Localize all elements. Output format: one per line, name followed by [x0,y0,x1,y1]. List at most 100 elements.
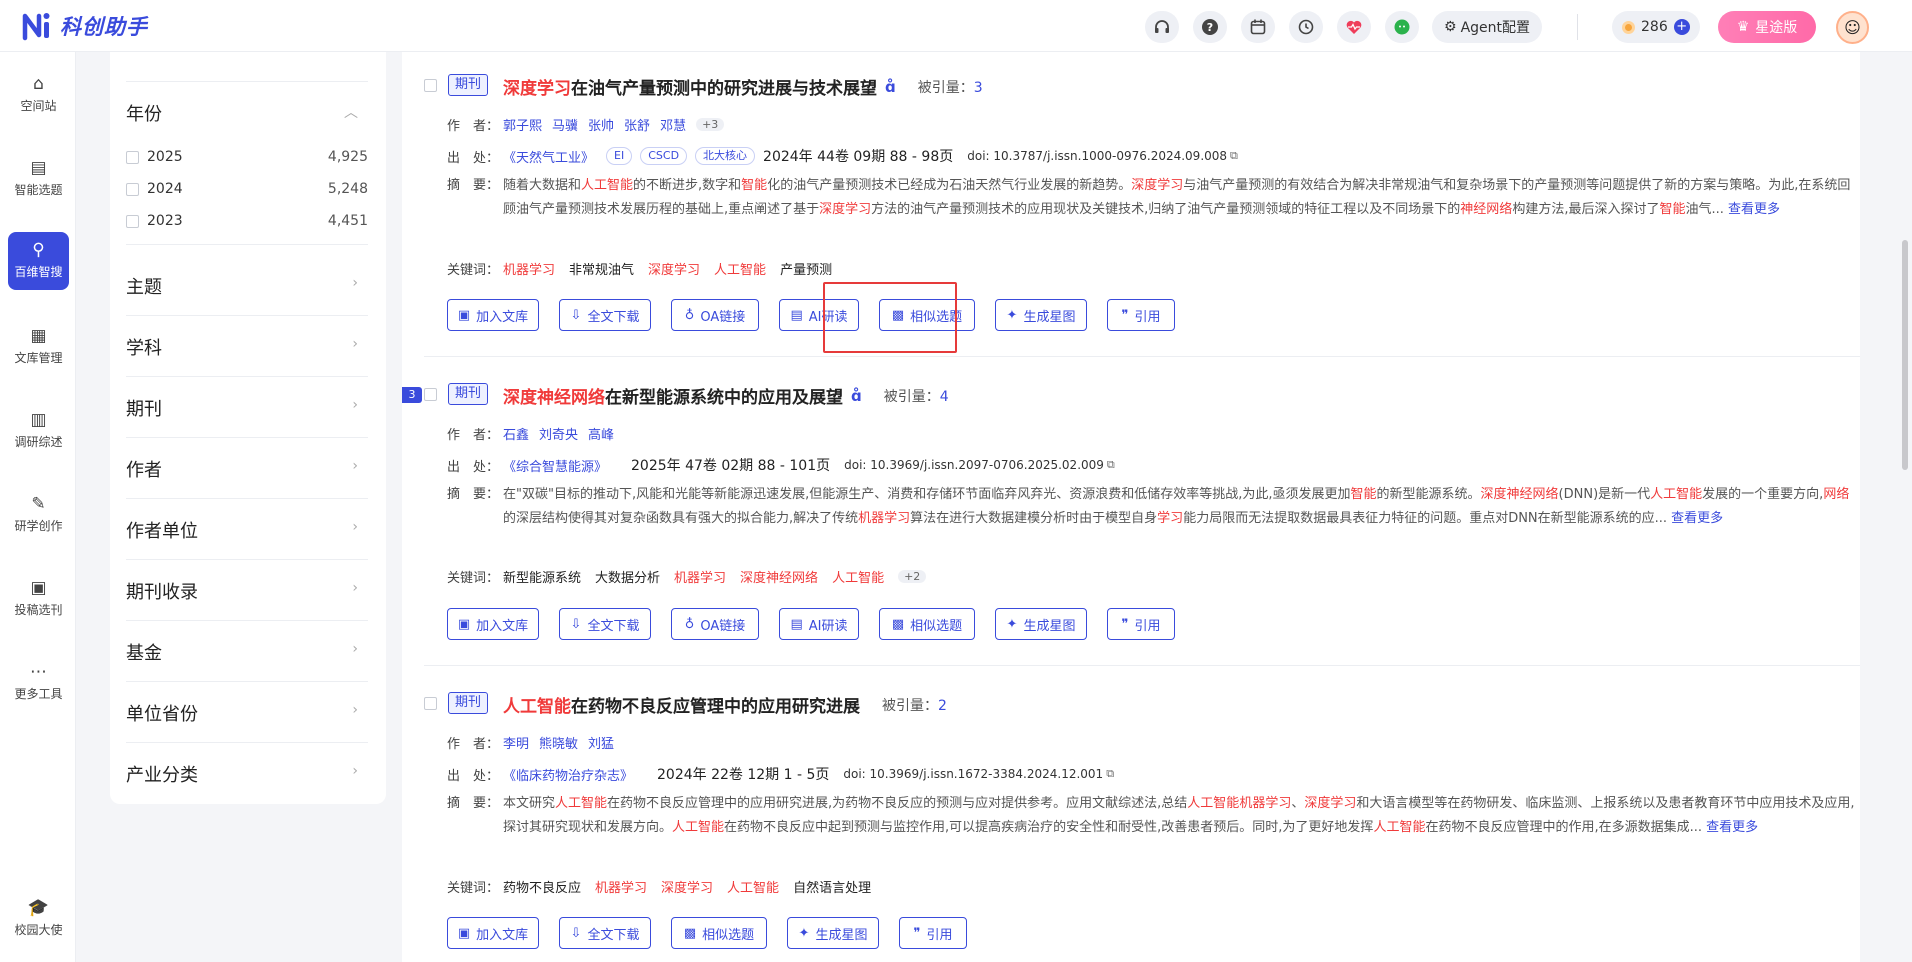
abstract-highlight: 人工智能 [581,178,634,193]
filter-section-topic[interactable]: 主题 › [126,255,368,316]
copy-icon[interactable]: ⧉ [1230,149,1238,163]
chevron-up-icon[interactable]: ︿ [344,102,358,122]
keyword-tag[interactable]: 药物不良反应 [503,877,581,896]
wechat-icon[interactable] [1385,11,1419,43]
oa-link-button[interactable]: ♁ OA链接 [671,608,759,640]
calendar-icon[interactable] [1241,11,1275,43]
keyword-tag[interactable]: 非常规油气 [569,259,634,278]
oa-link-button[interactable]: ♁ OA链接 [671,299,759,331]
filter-section-year[interactable]: 年份 ︿ [126,82,368,132]
author-link[interactable]: 刘奇央 [539,424,578,443]
article-title[interactable]: 人工智能 在药物不良反应管理中的应用研究进展 被引量：2 [503,692,947,717]
filter-section-affiliation[interactable]: 作者单位 › [126,499,368,560]
keyword-tag[interactable]: 新型能源系统 [503,567,581,586]
filter-section-journal[interactable]: 期刊 › [126,377,368,438]
filter-option-year[interactable]: 2025 4,925 [126,149,368,165]
nav-item-space-station[interactable]: ⌂ 空间站 [8,66,69,124]
journal-link[interactable]: 《临床药物治疗杂志》 [503,765,633,784]
article-checkbox[interactable] [424,388,437,401]
scrollbar[interactable] [1902,240,1908,470]
filter-section-industry[interactable]: 产业分类 › [126,743,368,804]
article-checkbox[interactable] [424,697,437,710]
star-map-button[interactable]: ✦ 生成星图 [995,608,1087,640]
history-icon[interactable] [1289,11,1323,43]
nav-item-search[interactable]: ⚲ 百维智搜 [8,232,69,290]
keyword-tag[interactable]: 人工智能 [727,877,779,896]
filter-option-year[interactable]: 2023 4,451 [126,213,368,229]
help-icon[interactable]: ? [1193,11,1227,43]
author-link[interactable]: 李明 [503,733,529,752]
author-link[interactable]: 张舒 [624,115,650,134]
cite-button[interactable]: ❞ 引用 [1107,608,1175,640]
article-title[interactable]: 深度学习 在油气产量预测中的研究进展与技术展望 ɑ̊ 被引量：3 [503,74,983,100]
download-button[interactable]: ⇩ 全文下载 [559,917,651,949]
article-checkbox[interactable] [424,79,437,92]
author-link[interactable]: 刘猛 [588,733,614,752]
similar-topics-button[interactable]: ▩ 相似选题 [879,608,975,640]
copy-icon[interactable]: ⧉ [1106,767,1114,781]
filter-section-discipline[interactable]: 学科 › [126,316,368,377]
keyword-tag[interactable]: 人工智能 [714,259,766,278]
download-button[interactable]: ⇩ 全文下载 [559,608,651,640]
brand[interactable]: 科创助手 [0,11,148,41]
journal-link[interactable]: 《天然气工业》 [503,147,594,166]
read-more-link[interactable]: 查看更多 [1724,202,1780,217]
agent-config-button[interactable]: ⚙ Agent配置 [1432,11,1543,43]
nav-item-journal-select[interactable]: ▣ 投稿选刊 [8,570,69,628]
star-map-button[interactable]: ✦ 生成星图 [995,299,1087,331]
copy-icon[interactable]: ⧉ [1107,458,1115,472]
checkbox[interactable] [126,182,139,196]
author-link[interactable]: 马骥 [552,115,578,134]
nav-item-review[interactable]: ▥ 调研综述 [8,402,69,460]
filter-section-author[interactable]: 作者 › [126,438,368,499]
keyword-tag[interactable]: 自然语言处理 [793,877,871,896]
nav-item-writing[interactable]: ✎ 研学创作 [8,486,69,544]
keyword-tag[interactable]: 深度学习 [648,259,700,278]
keyword-tag[interactable]: 深度学习 [661,877,713,896]
keyword-tag[interactable]: 深度神经网络 [740,567,818,586]
ai-read-button[interactable]: ▤ AI研读 [779,608,859,640]
download-button[interactable]: ⇩ 全文下载 [559,299,651,331]
nav-item-more-tools[interactable]: ⋯ 更多工具 [8,654,69,712]
filter-section-province[interactable]: 单位省份 › [126,682,368,743]
journal-link[interactable]: 《综合智慧能源》 [503,456,607,475]
keyword-tag[interactable]: 人工智能 [832,567,884,586]
similar-topics-button[interactable]: ▩ 相似选题 [671,917,767,949]
filter-section-fund[interactable]: 基金 › [126,621,368,682]
star-map-button[interactable]: ✦ 生成星图 [787,917,879,949]
read-more-link[interactable]: 查看更多 [1667,511,1723,526]
cite-button[interactable]: ❞ 引用 [1107,299,1175,331]
checkbox[interactable] [126,150,139,164]
keyword-tag[interactable]: 机器学习 [674,567,726,586]
author-link[interactable]: 张帅 [588,115,614,134]
headset-icon[interactable] [1145,11,1179,43]
cite-button[interactable]: ❞ 引用 [899,917,967,949]
avatar[interactable]: ☺ [1836,11,1869,44]
credits-display[interactable]: 286 + [1612,11,1700,43]
add-to-library-button[interactable]: ▣ 加入文库 [447,608,539,640]
keyword-tag[interactable]: 大数据分析 [595,567,660,586]
author-link[interactable]: 熊晓敏 [539,733,578,752]
heart-pulse-icon[interactable] [1337,11,1371,43]
article-title[interactable]: 深度神经网络 在新型能源系统中的应用及展望 ɑ̊ 被引量：4 [503,383,949,409]
add-to-library-button[interactable]: ▣ 加入文库 [447,299,539,331]
author-link[interactable]: 郭子熙 [503,115,542,134]
more-keywords-pill[interactable]: +2 [898,570,927,583]
nav-item-smart-topic[interactable]: ▤ 智能选题 [8,150,69,208]
keyword-tag[interactable]: 机器学习 [595,877,647,896]
add-to-library-button[interactable]: ▣ 加入文库 [447,917,539,949]
filter-section-indexing[interactable]: 期刊收录 › [126,560,368,621]
author-link[interactable]: 高峰 [588,424,614,443]
nav-item-library[interactable]: ▦ 文库管理 [8,318,69,376]
checkbox[interactable] [126,214,139,228]
nav-item-campus-ambassador[interactable]: 🎓 校园大使 [8,890,69,948]
author-link[interactable]: 邓慧 [660,115,686,134]
read-more-link[interactable]: 查看更多 [1702,820,1758,835]
add-credits-icon[interactable]: + [1673,19,1690,35]
keyword-tag[interactable]: 机器学习 [503,259,555,278]
more-authors-pill[interactable]: +3 [696,118,725,131]
vip-button[interactable]: ♛ 星途版 [1718,11,1816,43]
author-link[interactable]: 石鑫 [503,424,529,443]
keyword-tag[interactable]: 产量预测 [780,259,832,278]
filter-option-year[interactable]: 2024 5,248 [126,181,368,197]
